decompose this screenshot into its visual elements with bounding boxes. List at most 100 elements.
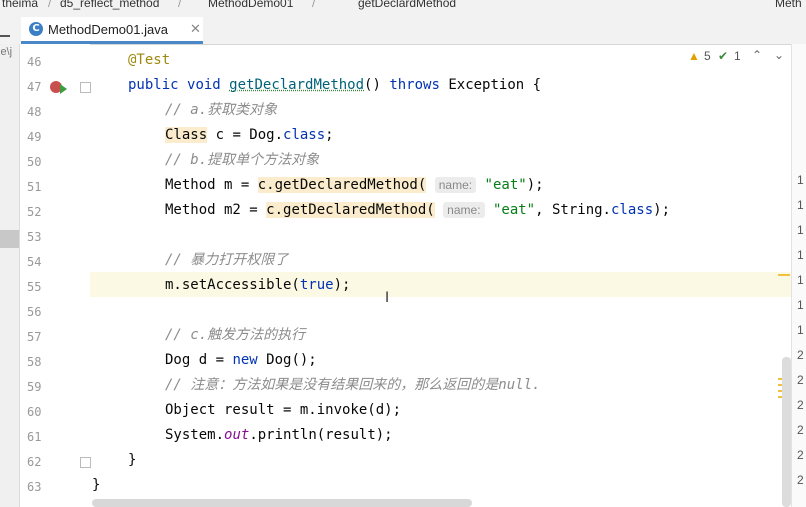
weak-warning-icon[interactable]: ✔ — [718, 49, 728, 63]
code-token: } — [128, 452, 137, 468]
warning-stripe-mark[interactable] — [778, 274, 790, 276]
code-line-47: public void getDeclardMethod() throws Ex… — [128, 73, 541, 98]
code-line-59: // 注意：方法如果是没有结果回来的，那么返回的是null. — [165, 373, 540, 398]
breadcrumb-item-module[interactable]: d5_reflect_method — [60, 0, 159, 10]
breadcrumb-item-package[interactable]: theima — [2, 0, 38, 10]
static-field-token: out — [224, 427, 250, 443]
annotation-token: @Test — [128, 52, 171, 68]
side-panel-number: 2 — [797, 473, 804, 487]
run-test-icon[interactable] — [60, 84, 67, 94]
method-name-token: getDeclardMethod — [229, 77, 365, 93]
code-token: .println(result); — [249, 427, 393, 443]
line-number: 53 — [27, 230, 42, 244]
comment-token: // b.提取单个方法对象 — [165, 152, 320, 168]
keyword-token: void — [187, 77, 221, 93]
breadcrumb-separator: / — [312, 0, 316, 10]
breadcrumb-separator: / — [48, 0, 52, 10]
java-class-icon: C — [29, 22, 43, 36]
code-token: c = Dog. — [207, 127, 284, 143]
side-panel-number: 1 — [797, 223, 804, 237]
project-selected-row[interactable] — [0, 230, 19, 248]
comment-token: // 暴力打开权限了 — [165, 252, 289, 268]
code-line-51: Method m = c.getDeclaredMethod( name: "e… — [165, 173, 544, 198]
side-panel-number: 1 — [797, 198, 804, 212]
line-number: 58 — [27, 355, 42, 369]
line-number: 49 — [27, 130, 42, 144]
highlighted-token: c.getDeclaredMethod( — [257, 177, 427, 193]
code-line-49: Class c = Dog.class; — [165, 123, 334, 148]
code-line-48: // a.获取类对象 — [165, 98, 277, 123]
side-panel-number: 2 — [797, 348, 804, 362]
code-token: } — [92, 477, 101, 493]
line-number: 57 — [27, 330, 42, 344]
breadcrumb-separator: / — [178, 0, 182, 10]
keyword-token: new — [232, 352, 258, 368]
line-number: 46 — [27, 55, 42, 69]
chevron-up-icon[interactable]: ⌃ — [752, 48, 762, 62]
horizontal-scrollbar-thumb[interactable] — [92, 499, 472, 507]
comment-token: // c.触发方法的执行 — [165, 327, 306, 343]
breadcrumb: theima / d5_reflect_method / MethodDemo0… — [0, 0, 806, 11]
code-line-54: // 暴力打开权限了 — [165, 248, 288, 273]
line-number: 50 — [27, 155, 42, 169]
code-token: System. — [165, 427, 225, 443]
keyword-token: class — [610, 202, 654, 218]
side-panel-number: 1 — [797, 298, 804, 312]
project-panel-edge[interactable]: le\j — [0, 44, 20, 507]
comment-token: // a.获取类对象 — [165, 102, 278, 118]
code-token: ; — [325, 127, 334, 143]
code-token: Object result = m.invoke(d); — [165, 402, 402, 418]
line-number: 62 — [27, 455, 42, 469]
line-number: 61 — [27, 430, 42, 444]
code-token: Method m = — [165, 177, 258, 193]
line-number: 48 — [27, 105, 42, 119]
code-token: () — [364, 77, 390, 93]
code-line-55: m.setAccessible(true); — [165, 273, 350, 298]
line-number: 63 — [27, 480, 42, 494]
line-number: 51 — [27, 180, 42, 194]
project-path-fragment: le\j — [0, 46, 13, 58]
code-editor[interactable]: @Test public void getDeclardMethod() thr… — [90, 44, 790, 507]
vertical-scrollbar-thumb[interactable] — [782, 357, 791, 507]
code-line-46: @Test — [128, 48, 170, 73]
code-token: m.setAccessible( — [165, 277, 300, 293]
code-token: Exception { — [439, 77, 542, 93]
breadcrumb-right-tab[interactable]: Meth — [775, 0, 802, 10]
keyword-token: class — [283, 127, 326, 143]
close-icon[interactable]: ✕ — [190, 21, 201, 37]
code-token: Dog d = — [165, 352, 233, 368]
code-token: ); — [653, 202, 670, 218]
side-panel-number: 2 — [797, 448, 804, 462]
code-line-58: Dog d = new Dog(); — [165, 348, 317, 373]
code-token: ); — [526, 177, 544, 193]
keyword-token: public — [128, 77, 179, 93]
editor-tab-bar: C MethodDemo01.java ✕ — [0, 11, 806, 45]
code-token: Method m2 = — [165, 202, 267, 218]
chevron-down-icon[interactable]: ⌄ — [774, 48, 784, 62]
highlighted-token: c.getDeclaredMethod( — [266, 202, 435, 218]
minimize-icon[interactable] — [0, 35, 10, 37]
tab-methoddemo01[interactable]: C MethodDemo01.java ✕ — [21, 17, 203, 44]
side-panel-number: 1 — [797, 248, 804, 262]
line-number: 52 — [27, 205, 42, 219]
code-line-61: System.out.println(result); — [165, 423, 393, 448]
code-line-63: } — [92, 473, 100, 498]
code-line-57: // c.触发方法的执行 — [165, 323, 305, 348]
keyword-token: true — [299, 277, 334, 293]
warning-icon[interactable]: ▲ — [688, 49, 700, 63]
line-number: 59 — [27, 380, 42, 394]
line-number-gutter[interactable]: 46 47 48 49 50 51 52 53 54 55 56 57 58 5… — [20, 44, 90, 507]
text-cursor-icon: I — [385, 290, 390, 306]
breadcrumb-item-class[interactable]: MethodDemo01 — [208, 0, 293, 10]
breadcrumb-item-method[interactable]: getDeclardMethod — [358, 0, 456, 10]
warning-count: 5 — [704, 49, 711, 63]
parameter-hint: name: — [434, 177, 477, 193]
line-number: 55 — [27, 280, 42, 294]
code-token: Dog(); — [257, 352, 317, 368]
code-line-62: } — [128, 448, 136, 473]
side-panel-number: 2 — [797, 423, 804, 437]
line-number: 54 — [27, 255, 42, 269]
side-panel-number: 1 — [797, 173, 804, 187]
string-token: "eat" — [492, 202, 536, 218]
code-token: ); — [333, 277, 351, 293]
